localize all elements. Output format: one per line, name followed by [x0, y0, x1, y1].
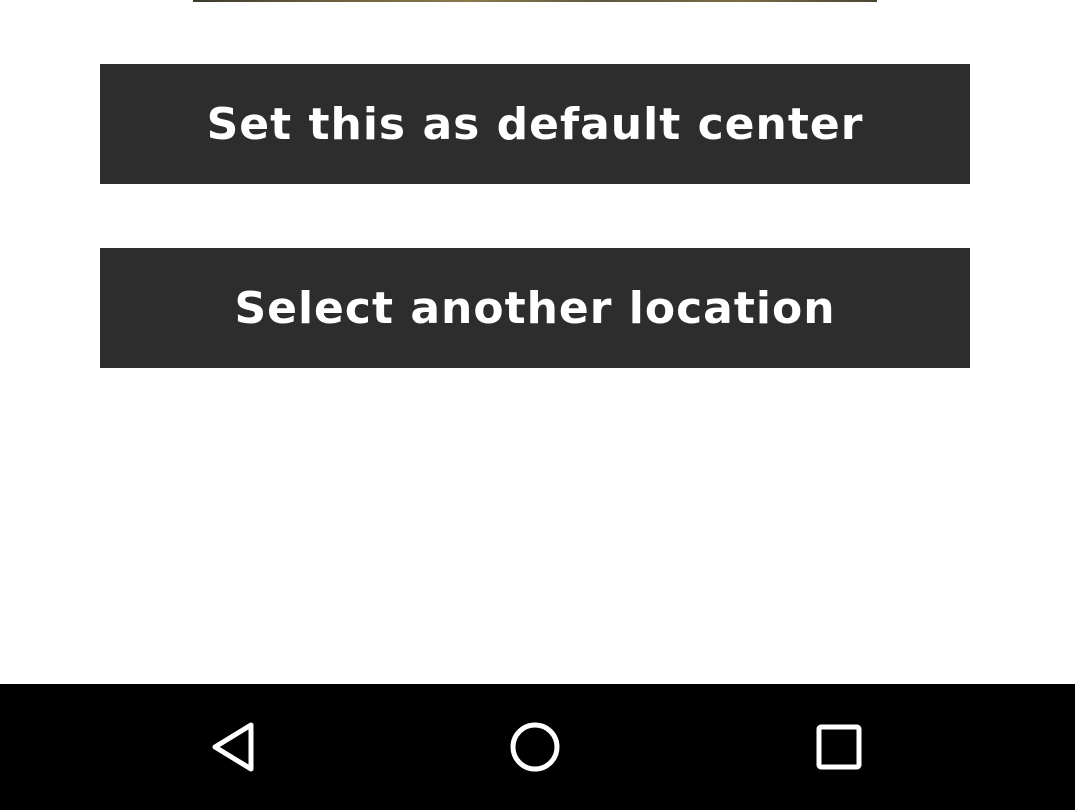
home-icon — [510, 722, 560, 772]
select-another-location-button[interactable]: Select another location — [100, 248, 970, 368]
home-button[interactable] — [475, 684, 595, 810]
screen: Set this as default center Select anothe… — [0, 0, 1075, 810]
back-icon — [212, 722, 254, 772]
set-default-center-button[interactable]: Set this as default center — [100, 64, 970, 184]
recents-button[interactable] — [779, 684, 899, 810]
map-image-edge — [193, 0, 877, 2]
recents-icon — [816, 724, 862, 770]
navigation-bar — [0, 684, 1075, 810]
back-button[interactable] — [173, 684, 293, 810]
